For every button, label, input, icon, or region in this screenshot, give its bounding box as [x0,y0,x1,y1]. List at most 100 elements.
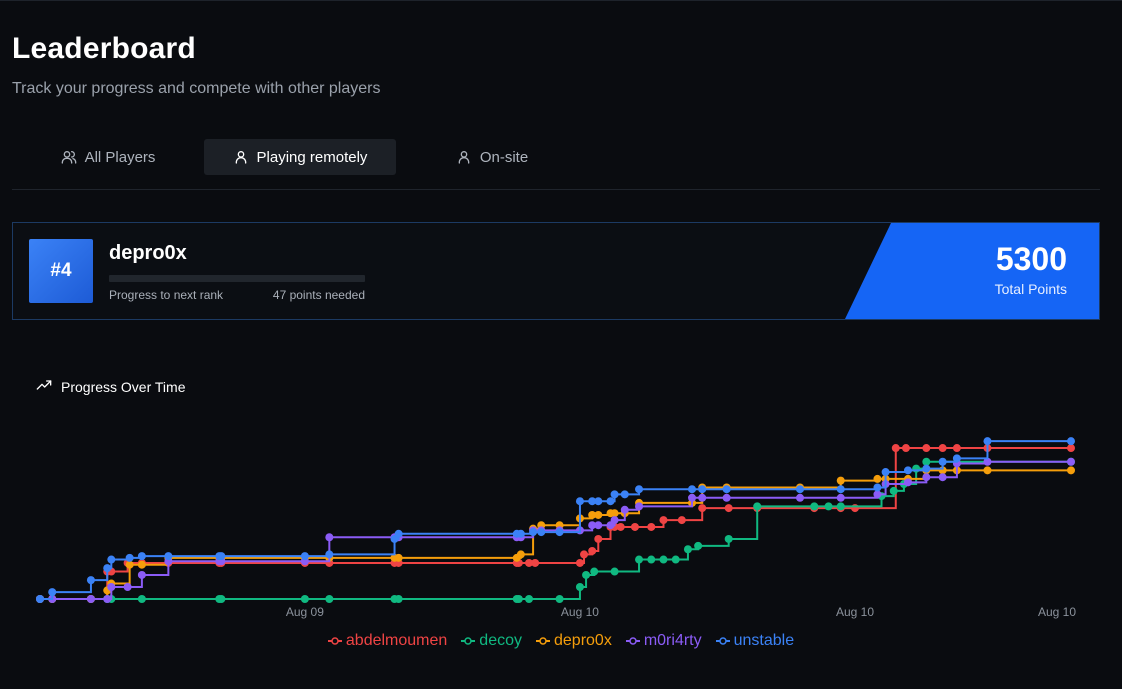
data-point[interactable] [529,528,538,537]
data-point[interactable] [722,493,731,502]
legend-item-abdelmoumen[interactable]: abdelmoumen [327,632,447,650]
data-point[interactable] [516,550,525,559]
data-point[interactable] [580,550,589,559]
data-point[interactable] [594,510,603,519]
data-point[interactable] [922,464,931,473]
data-point[interactable] [938,473,947,482]
data-point[interactable] [753,502,762,511]
data-point[interactable] [606,497,615,506]
data-point[interactable] [394,595,403,603]
data-point[interactable] [635,555,644,564]
data-point[interactable] [137,570,146,579]
data-point[interactable] [555,528,564,537]
tab-playing-remotely[interactable]: Playing remotely [204,139,396,175]
data-point[interactable] [590,567,599,576]
data-point[interactable] [698,504,707,513]
data-point[interactable] [616,522,625,531]
data-point[interactable] [688,485,697,494]
data-point[interactable] [48,588,57,597]
data-point[interactable] [922,444,931,453]
data-point[interactable] [325,533,334,542]
data-point[interactable] [36,595,44,603]
data-point[interactable] [796,485,805,494]
data-point[interactable] [594,534,603,543]
data-point[interactable] [836,493,845,502]
data-point[interactable] [325,550,334,559]
data-point[interactable] [836,485,845,494]
data-point[interactable] [537,528,546,537]
data-point[interactable] [125,553,134,562]
data-point[interactable] [620,505,629,514]
data-point[interactable] [394,553,403,562]
data-point[interactable] [575,497,584,506]
legend-item-unstable[interactable]: unstable [715,632,794,650]
data-point[interactable] [836,476,845,485]
data-point[interactable] [903,466,912,475]
data-point[interactable] [594,497,603,506]
data-point[interactable] [824,502,833,511]
data-point[interactable] [575,558,584,567]
data-point[interactable] [531,558,540,567]
data-point[interactable] [1067,457,1075,466]
data-point[interactable] [836,502,845,511]
data-point[interactable] [901,444,910,453]
data-point[interactable] [635,502,644,511]
data-point[interactable] [610,516,619,525]
data-point[interactable] [630,522,639,531]
data-point[interactable] [810,502,819,511]
data-point[interactable] [647,555,656,564]
data-point[interactable] [688,493,697,502]
data-point[interactable] [724,534,733,543]
data-point[interactable] [516,529,525,538]
data-point[interactable] [677,516,686,525]
data-point[interactable] [722,485,731,494]
data-point[interactable] [694,541,703,550]
data-point[interactable] [325,595,334,603]
data-point[interactable] [938,444,947,453]
data-point[interactable] [683,545,692,554]
data-point[interactable] [891,444,900,453]
data-point[interactable] [107,555,116,564]
legend-item-decoy[interactable]: decoy [461,632,522,650]
data-point[interactable] [620,490,629,499]
data-point[interactable] [698,493,707,502]
data-point[interactable] [1067,444,1075,453]
data-point[interactable] [394,529,403,538]
data-point[interactable] [514,595,523,603]
data-point[interactable] [659,516,668,525]
data-point[interactable] [610,490,619,499]
data-point[interactable] [582,570,591,579]
data-point[interactable] [647,522,656,531]
data-point[interactable] [86,595,95,603]
data-point[interactable] [1067,466,1075,475]
data-point[interactable] [610,567,619,576]
data-point[interactable] [952,454,961,463]
data-point[interactable] [125,560,134,569]
data-point[interactable] [873,490,882,499]
data-point[interactable] [983,437,992,446]
data-point[interactable] [300,595,309,603]
data-point[interactable] [137,560,146,569]
data-point[interactable] [588,546,597,555]
data-point[interactable] [922,473,931,482]
data-point[interactable] [217,595,226,603]
data-point[interactable] [86,576,95,585]
tab-on-site[interactable]: On-site [396,139,588,175]
data-point[interactable] [300,552,309,561]
legend-item-depro0x[interactable]: depro0x [536,632,612,650]
data-point[interactable] [851,504,860,513]
tab-all-players[interactable]: All Players [12,139,204,175]
data-point[interactable] [659,555,668,564]
data-point[interactable] [164,552,173,561]
data-point[interactable] [922,457,931,466]
data-point[interactable] [635,485,644,494]
data-point[interactable] [610,509,619,518]
data-point[interactable] [881,468,890,477]
data-point[interactable] [1067,437,1075,446]
data-point[interactable] [525,595,534,603]
data-point[interactable] [575,582,584,591]
data-point[interactable] [671,555,680,564]
data-point[interactable] [137,552,146,561]
data-point[interactable] [137,595,146,603]
data-point[interactable] [555,595,564,603]
